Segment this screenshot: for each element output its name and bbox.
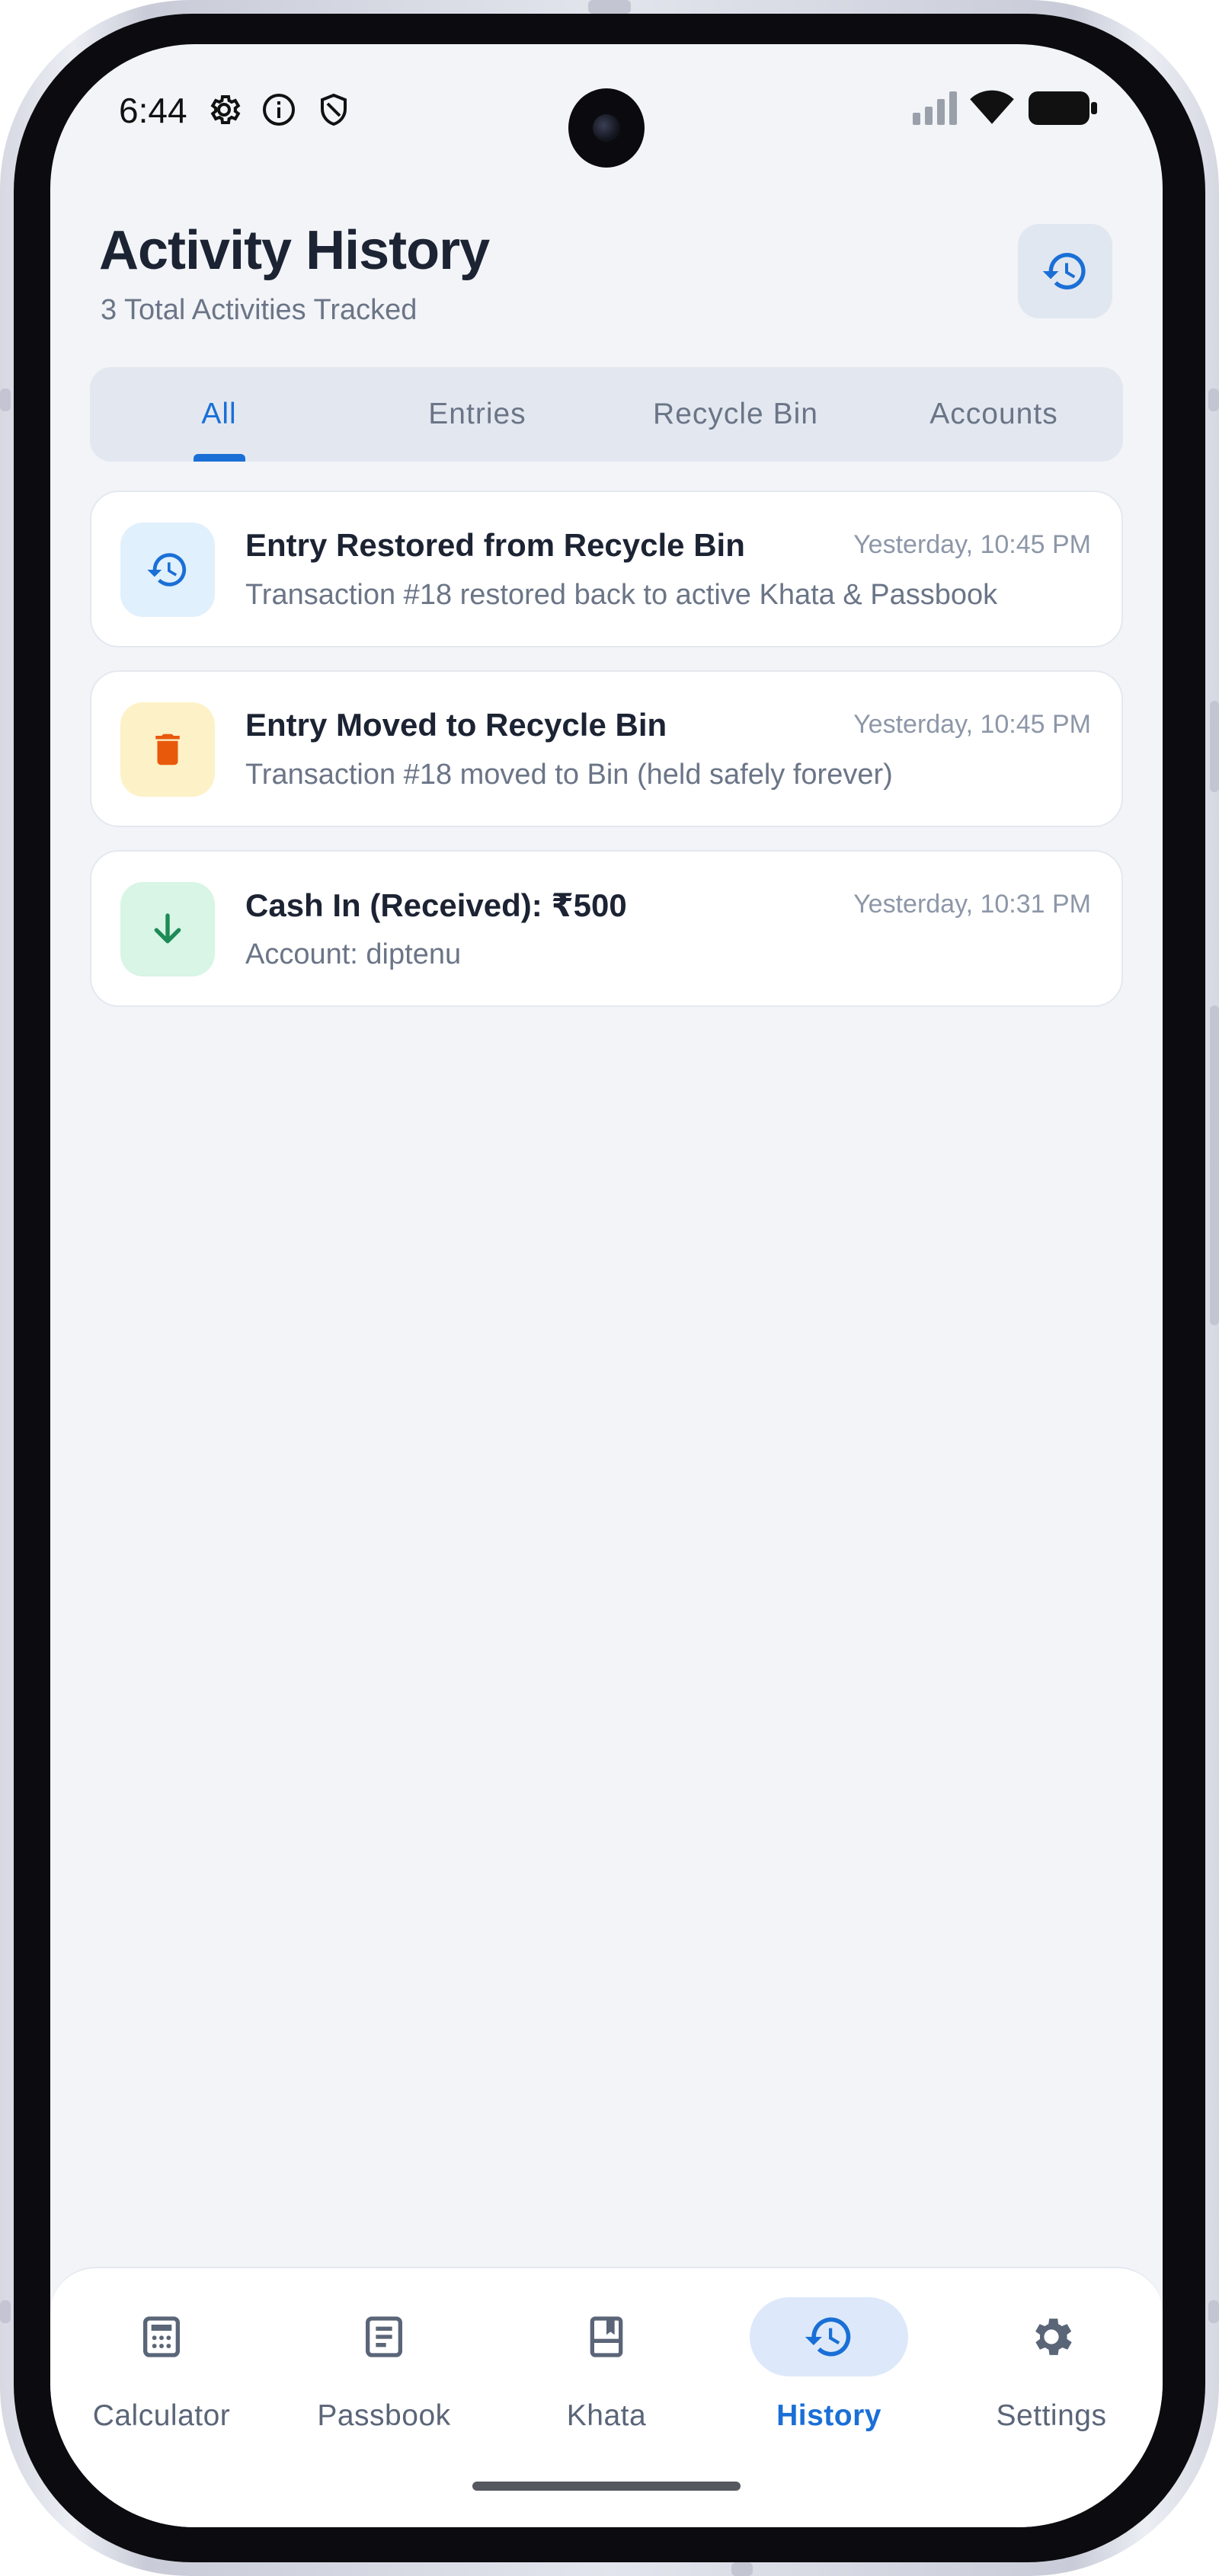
phone-frame: 6:44 Activity History 3 Total Activities… bbox=[0, 0, 1219, 2576]
passbook-icon bbox=[366, 2316, 402, 2357]
side-button-right-lower bbox=[1208, 2300, 1219, 2323]
arrow-down-icon bbox=[154, 913, 181, 944]
activity-timestamp: Yesterday, 10:31 PM bbox=[853, 890, 1091, 919]
nav-item-khata[interactable]: Khata bbox=[495, 2268, 718, 2466]
signal-icon bbox=[913, 91, 957, 125]
home-indicator[interactable] bbox=[472, 2482, 741, 2491]
power-button bbox=[1210, 1005, 1219, 1325]
wifi-icon bbox=[970, 90, 1014, 124]
side-button-left-lower bbox=[0, 2300, 11, 2323]
gear-icon bbox=[210, 95, 241, 124]
activity-card-cash-in[interactable]: Cash In (Received): ₹500 Account: dipten… bbox=[90, 850, 1123, 1007]
shield-icon bbox=[321, 93, 347, 126]
side-button-left bbox=[0, 388, 11, 411]
activity-timestamp: Yesterday, 10:45 PM bbox=[853, 710, 1091, 739]
card-icon-tile bbox=[120, 702, 215, 797]
nav-pill bbox=[972, 2297, 1131, 2376]
nav-item-settings[interactable]: Settings bbox=[940, 2268, 1163, 2466]
nav-item-history[interactable]: History bbox=[718, 2268, 940, 2466]
status-bar: 6:44 bbox=[50, 44, 1163, 168]
restore-history-icon bbox=[147, 553, 187, 586]
nav-item-passbook[interactable]: Passbook bbox=[273, 2268, 495, 2466]
activity-description: Transaction #18 moved to Bin (held safel… bbox=[245, 759, 893, 791]
nav-label: Passbook bbox=[317, 2399, 451, 2432]
activity-title: Cash In (Received): ₹500 bbox=[245, 887, 627, 923]
status-time: 6:44 bbox=[119, 91, 187, 130]
history-icon bbox=[805, 2317, 851, 2357]
info-icon bbox=[263, 94, 295, 126]
calculator-icon bbox=[143, 2316, 180, 2357]
nav-pill bbox=[82, 2297, 241, 2376]
app-screen: 6:44 Activity History 3 Total Activities… bbox=[50, 44, 1163, 2527]
battery-icon bbox=[1029, 91, 1097, 125]
nav-label: Khata bbox=[566, 2399, 647, 2432]
filter-tabs: All Entries Recycle Bin Accounts bbox=[90, 367, 1123, 462]
history-icon bbox=[1042, 253, 1086, 289]
activity-title: Entry Moved to Recycle Bin bbox=[245, 707, 667, 743]
nav-pill bbox=[527, 2297, 686, 2376]
front-camera bbox=[568, 88, 645, 168]
card-icon-tile bbox=[120, 882, 215, 976]
nav-label: History bbox=[776, 2399, 881, 2432]
tab-all[interactable]: All bbox=[90, 367, 348, 462]
activity-card-moved-to-bin[interactable]: Entry Moved to Recycle Bin Transaction #… bbox=[90, 670, 1123, 827]
nav-pill bbox=[305, 2297, 463, 2376]
page-title: Activity History bbox=[99, 220, 490, 281]
activity-description: Account: diptenu bbox=[245, 938, 462, 970]
card-icon-tile bbox=[120, 523, 215, 617]
settings-icon bbox=[1035, 2319, 1072, 2355]
activity-description: Transaction #18 restored back to active … bbox=[245, 579, 998, 611]
nav-label: Settings bbox=[996, 2399, 1107, 2432]
trash-icon bbox=[155, 733, 180, 765]
activity-timestamp: Yesterday, 10:45 PM bbox=[853, 530, 1091, 559]
side-button-top bbox=[588, 0, 631, 14]
nav-label: Calculator bbox=[92, 2399, 231, 2432]
activity-card-restored[interactable]: Entry Restored from Recycle Bin Transact… bbox=[90, 491, 1123, 647]
activity-list: Entry Restored from Recycle Bin Transact… bbox=[90, 491, 1123, 1030]
tab-entries[interactable]: Entries bbox=[348, 367, 606, 462]
side-button-bottom bbox=[731, 2562, 753, 2576]
activity-count: 3 Total Activities Tracked bbox=[101, 294, 418, 326]
tab-recycle-bin[interactable]: Recycle Bin bbox=[606, 367, 865, 462]
volume-button bbox=[1210, 701, 1219, 792]
nav-pill bbox=[750, 2297, 908, 2376]
khata-book-icon bbox=[590, 2316, 623, 2357]
side-button-right-upper bbox=[1208, 388, 1219, 411]
tab-accounts[interactable]: Accounts bbox=[865, 367, 1123, 462]
history-button[interactable] bbox=[1018, 224, 1112, 318]
nav-item-calculator[interactable]: Calculator bbox=[50, 2268, 273, 2466]
activity-title: Entry Restored from Recycle Bin bbox=[245, 527, 745, 563]
